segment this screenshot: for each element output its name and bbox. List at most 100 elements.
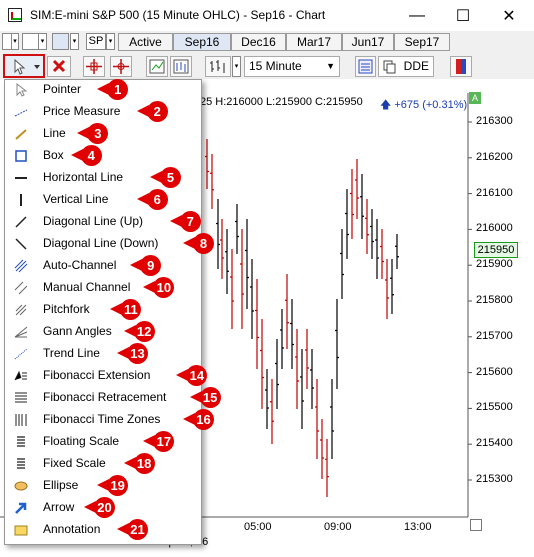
line-icon xyxy=(15,129,27,140)
ohlc-bars-icon xyxy=(210,60,225,73)
menu-item-label: Box xyxy=(43,148,64,162)
callout-number-badge: 12 xyxy=(123,321,155,342)
menu-item-vertical-line[interactable]: Vertical Line xyxy=(8,189,196,211)
tab-sep16[interactable]: Sep16 xyxy=(173,33,231,51)
account-badge: A xyxy=(469,92,481,104)
price-axis-label: 215600 xyxy=(476,365,513,378)
menu-item-gann-angles[interactable]: Gann Angles xyxy=(8,321,196,343)
menu-item-diagonal-up[interactable]: Diagonal Line (Up) xyxy=(8,211,196,233)
target-crosshair-icon xyxy=(113,59,129,74)
app-icon xyxy=(8,8,22,22)
tab-jun17[interactable]: Jun17 xyxy=(342,33,394,51)
callout-number-badge: 8 xyxy=(183,233,214,254)
up-arrow-icon: 🡅 xyxy=(380,99,392,111)
callout-number-badge: 7 xyxy=(169,211,201,232)
menu-item-label: Line xyxy=(43,126,66,140)
menu-item-label: Arrow xyxy=(43,500,75,514)
vertical-line-icon xyxy=(20,194,22,206)
maximize-button[interactable]: ☐ xyxy=(440,0,486,31)
tab-sep17[interactable]: Sep17 xyxy=(394,33,450,51)
menu-item-box[interactable]: Box xyxy=(8,145,196,167)
ohlc-readout: 25 H:216000 L:215900 C:215950 xyxy=(200,96,363,108)
price-axis-label: 215500 xyxy=(476,401,513,414)
target-crosshair-button[interactable] xyxy=(110,56,132,77)
price-change-readout: 🡅 +675 (+0.31%) xyxy=(380,96,467,115)
close-button[interactable]: ✕ xyxy=(486,0,532,31)
window-title: SIM:E-mini S&P 500 (15 Minute OHLC) - Se… xyxy=(30,8,326,22)
price-axis-label: 215800 xyxy=(476,294,513,306)
bar-style-dropdown-arrow[interactable]: ▾ xyxy=(232,56,241,77)
symbol-selector[interactable]: SP xyxy=(86,33,106,50)
fibonacci-retracement-icon xyxy=(15,392,27,403)
menu-item-label: Trend Line xyxy=(43,346,100,360)
menu-item-label: Fibonacci Extension xyxy=(43,368,151,382)
diagonal-down-icon xyxy=(15,238,27,250)
chart-properties-button[interactable] xyxy=(170,56,192,77)
callout-number-badge: 15 xyxy=(189,387,221,408)
menu-item-label: Auto-Channel xyxy=(43,258,117,272)
box-icon xyxy=(15,150,27,162)
bar-style-button[interactable] xyxy=(205,56,231,77)
callout-number-badge: 6 xyxy=(136,189,168,210)
menu-item-fibonacci-retracement[interactable]: Fibonacci Retracement xyxy=(8,387,196,409)
ellipse-icon xyxy=(14,481,28,491)
drawing-tool-dropdown-button[interactable] xyxy=(3,54,45,78)
menu-item-label: Fibonacci Retracement xyxy=(43,390,167,404)
menu-item-fibonacci-time-zones[interactable]: Fibonacci Time Zones xyxy=(8,409,196,431)
menu-item-annotation[interactable]: Annotation xyxy=(8,519,196,541)
price-axis-label: 215900 xyxy=(476,258,513,271)
resize-corner-icon[interactable] xyxy=(470,519,482,531)
dde-button[interactable]: DDE xyxy=(378,56,434,77)
fixed-scale-icon xyxy=(17,458,25,469)
pointer-icon xyxy=(16,83,28,97)
tab-dec16[interactable]: Dec16 xyxy=(231,33,286,51)
menu-item-trend-line[interactable]: Trend Line xyxy=(8,343,196,365)
time-axis-label: 13:00 xyxy=(404,521,432,533)
price-change-value: +675 (+0.31%) xyxy=(394,99,468,111)
menu-item-diagonal-down[interactable]: Diagonal Line (Down) xyxy=(8,233,196,255)
data-window-button[interactable] xyxy=(355,56,376,77)
menu-item-label: Diagonal Line (Up) xyxy=(43,214,144,228)
callout-number-badge: 16 xyxy=(183,409,214,430)
callout-number-badge: 2 xyxy=(136,101,168,122)
tab-mar17[interactable]: Mar17 xyxy=(286,33,342,51)
manual-channel-icon xyxy=(14,281,28,295)
menu-item-label: Fibonacci Time Zones xyxy=(43,412,161,426)
floating-scale-icon xyxy=(17,436,25,447)
price-axis-label: 215300 xyxy=(476,473,513,485)
chart-template-icon xyxy=(149,59,165,74)
crosshair-button[interactable] xyxy=(83,56,105,77)
minimize-icon: — xyxy=(409,6,425,24)
print-dropdown-arrow[interactable]: ▾ xyxy=(38,33,47,50)
symbol-dropdown-arrow[interactable]: ▾ xyxy=(106,33,115,50)
menu-item-label: Annotation xyxy=(43,522,101,536)
print-icon[interactable] xyxy=(22,33,39,50)
delete-x-icon xyxy=(52,59,66,73)
menu-item-label: Diagonal Line (Down) xyxy=(43,236,159,250)
minimize-button[interactable]: — xyxy=(394,0,440,31)
menu-item-pitchfork[interactable]: Pitchfork xyxy=(8,299,196,321)
pitchfork-icon xyxy=(15,304,27,316)
menu-item-label: Fixed Scale xyxy=(43,456,106,470)
price-measure-icon xyxy=(14,109,28,117)
tab-active[interactable]: Active xyxy=(118,33,173,51)
menu-item-auto-channel[interactable]: Auto-Channel xyxy=(8,255,196,277)
callout-number-badge: 5 xyxy=(150,167,181,188)
menu-item-label: Horizontal Line xyxy=(43,170,124,184)
price-axis-label: 215700 xyxy=(476,329,513,342)
color-scheme-button[interactable] xyxy=(450,56,472,77)
open-dropdown-arrow[interactable]: ▾ xyxy=(11,33,19,50)
price-axis-label: 216300 xyxy=(476,115,513,127)
gann-angles-icon xyxy=(14,326,28,338)
menu-item-fixed-scale[interactable]: Fixed Scale xyxy=(8,453,196,475)
instrument-icon[interactable] xyxy=(52,33,69,50)
menu-item-price-measure[interactable]: Price Measure xyxy=(8,101,196,123)
maximize-icon: ☐ xyxy=(455,7,471,25)
interval-select[interactable]: 15 Minute ▼ xyxy=(244,56,340,77)
chart-properties-icon xyxy=(173,59,189,74)
arrow-icon xyxy=(15,502,27,514)
menu-item-fibonacci-extension[interactable]: Fibonacci Extension xyxy=(8,365,196,387)
chart-template-button[interactable] xyxy=(146,56,168,77)
instrument-dropdown-arrow[interactable]: ▾ xyxy=(70,33,79,50)
delete-drawings-button[interactable] xyxy=(47,56,71,77)
